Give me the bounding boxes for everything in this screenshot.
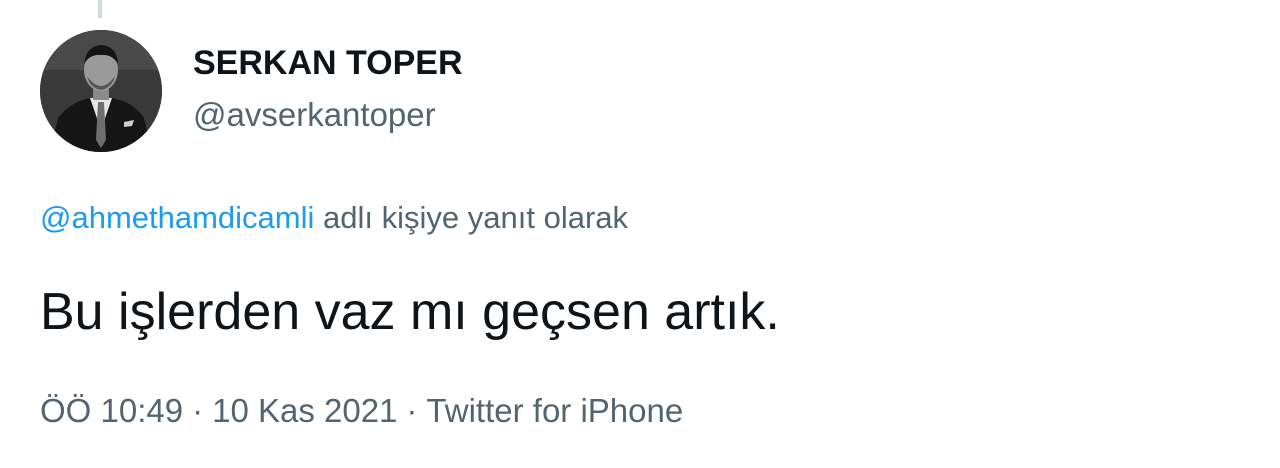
author-name[interactable]: SERKAN TOPER — [193, 44, 463, 83]
tweet-time[interactable]: ÖÖ 10:49 — [40, 392, 183, 429]
reply-mention-link[interactable]: @ahmethamdicamli — [40, 200, 314, 235]
author-handle[interactable]: @avserkantoper — [193, 96, 436, 134]
profile-photo-icon — [40, 30, 162, 152]
tweet-date[interactable]: 10 Kas 2021 — [212, 392, 397, 429]
tweet-source[interactable]: Twitter for iPhone — [426, 392, 683, 429]
reply-context: @ahmethamdicamli adlı kişiye yanıt olara… — [40, 200, 628, 236]
meta-separator: · — [192, 392, 204, 429]
avatar[interactable] — [40, 30, 162, 152]
meta-separator: · — [406, 392, 418, 429]
thread-connector-line — [98, 0, 102, 18]
tweet-text: Bu işlerden vaz mı geçsen artık. — [40, 283, 780, 341]
reply-context-label: adlı kişiye yanıt olarak — [323, 200, 629, 235]
tweet-metadata: ÖÖ 10:49 · 10 Kas 2021 · Twitter for iPhone — [40, 392, 683, 430]
